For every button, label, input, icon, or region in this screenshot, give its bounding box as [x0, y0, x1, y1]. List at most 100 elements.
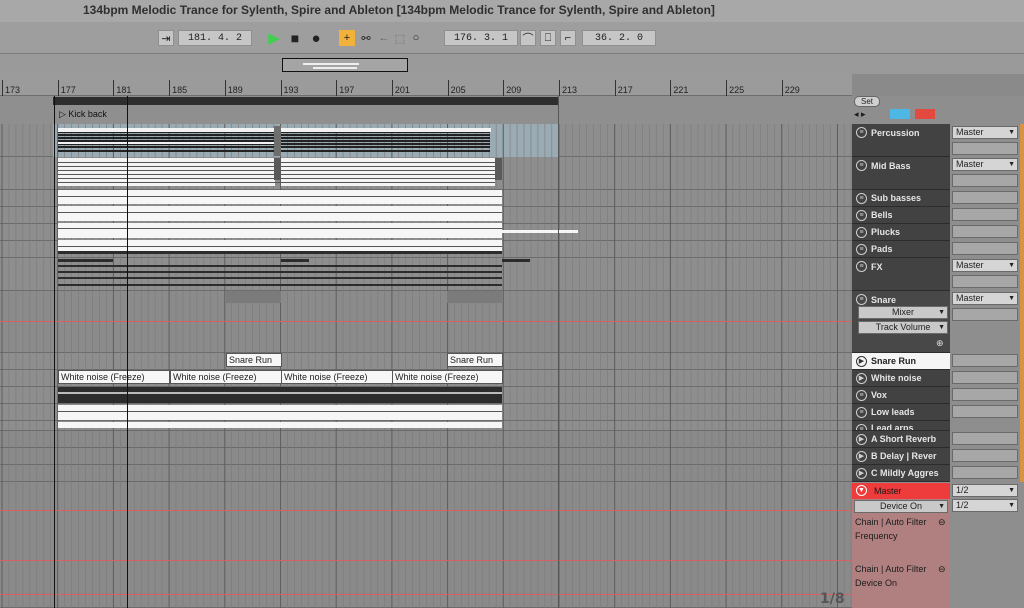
play-icon[interactable]: ▶: [856, 373, 867, 384]
play-icon[interactable]: ▶: [856, 468, 867, 479]
output-routing-return-b[interactable]: [952, 449, 1018, 462]
clip-snare-run-1[interactable]: Snare Run: [226, 353, 282, 367]
clip-snare-run-2[interactable]: Snare Run: [447, 353, 503, 367]
master-device-chooser[interactable]: Device On ▼: [854, 500, 948, 513]
automation-device-chooser[interactable]: Mixer ▼: [858, 306, 948, 319]
output-channel-snare[interactable]: [952, 308, 1018, 321]
automation-parameter-chooser[interactable]: Track Volume ▼: [858, 321, 948, 334]
output-value: Master: [956, 127, 984, 137]
output-channel-percussion[interactable]: [952, 142, 1018, 155]
output-routing-white-noise[interactable]: [952, 371, 1018, 384]
overview-visible-range[interactable]: [282, 58, 408, 72]
ruler-bar-label: 185: [172, 85, 188, 95]
clip-content: [58, 284, 502, 286]
fold-icon[interactable]: ≡: [856, 424, 867, 430]
output-routing-return-c[interactable]: [952, 466, 1018, 479]
clip-white-noise-1[interactable]: White noise (Freeze): [58, 370, 170, 384]
output-routing-low-leads[interactable]: [952, 405, 1018, 418]
track-white-noise[interactable]: ▶ White noise: [852, 370, 950, 387]
output-routing-mid-bass[interactable]: Master ▼: [952, 158, 1018, 171]
track-snare-run[interactable]: ▶ Snare Run: [852, 353, 950, 370]
fold-icon[interactable]: ≡: [856, 390, 867, 401]
loop-switch-icon[interactable]: ⎕: [540, 30, 556, 46]
fold-icon[interactable]: ▼: [856, 485, 867, 496]
clip-white-noise-4[interactable]: White noise (Freeze): [392, 370, 503, 384]
arrangement-overview[interactable]: [0, 54, 1024, 74]
clip-white-noise-3[interactable]: White noise (Freeze): [281, 370, 393, 384]
clip-content: [274, 158, 281, 180]
track-vox[interactable]: ≡ Vox: [852, 387, 950, 404]
play-icon[interactable]: ▶: [266, 30, 282, 47]
track-low-leads[interactable]: ≡ Low leads: [852, 404, 950, 421]
fold-icon[interactable]: ≡: [856, 294, 867, 305]
track-name: Pads: [871, 244, 893, 254]
remove-lane-icon[interactable]: ⊖: [938, 564, 946, 575]
fold-icon[interactable]: ≡: [856, 127, 867, 138]
follow-icon[interactable]: ⇥: [158, 30, 174, 46]
output-routing-fx[interactable]: Master ▼: [952, 259, 1018, 272]
loop-start-field[interactable]: 176. 3. 1: [444, 30, 518, 46]
output-channel-mid-bass[interactable]: [952, 174, 1018, 187]
lock-icon[interactable]: [915, 109, 935, 119]
output-routing-snare-run[interactable]: [952, 354, 1018, 367]
clip-white-noise-2[interactable]: White noise (Freeze): [170, 370, 282, 384]
fold-icon[interactable]: ≡: [856, 261, 867, 272]
loop-brace[interactable]: [53, 97, 559, 105]
track-headers: Set ◂ ▸ ≡ Percussion Master ▼ ≡ Mid Bass …: [852, 96, 1024, 608]
master-ratio-2[interactable]: 1/2 ▼: [952, 499, 1018, 512]
add-lane-icon[interactable]: ⊕: [936, 338, 944, 349]
beat-time-ruler[interactable]: 173 177 181 185 189 193 197 201 205 209 213 217 221 2…: [0, 74, 852, 96]
track-bells[interactable]: ≡ Bells: [852, 207, 950, 224]
output-routing-snare[interactable]: Master ▼: [952, 292, 1018, 305]
output-routing-sub-basses[interactable]: [952, 191, 1018, 204]
output-routing-percussion[interactable]: Master ▼: [952, 126, 1018, 139]
track-pads[interactable]: ≡ Pads: [852, 241, 950, 258]
punch-in-icon[interactable]: ⌒: [520, 30, 536, 46]
output-routing-vox[interactable]: [952, 388, 1018, 401]
output-channel-fx[interactable]: [952, 275, 1018, 288]
locator-kick-back[interactable]: ▷ Kick back: [59, 109, 107, 120]
fold-icon[interactable]: ≡: [856, 160, 867, 171]
master-ratio-1[interactable]: 1/2 ▼: [952, 484, 1018, 497]
loop-length-field[interactable]: 36. 2. 0: [582, 30, 656, 46]
fold-icon[interactable]: ≡: [856, 407, 867, 418]
play-icon[interactable]: ▶: [856, 451, 867, 462]
set-button[interactable]: Set: [854, 96, 880, 107]
track-fx[interactable]: ≡ FX: [852, 258, 950, 291]
punch-out-icon[interactable]: ⌐: [560, 30, 576, 46]
output-routing-return-a[interactable]: [952, 432, 1018, 445]
remove-lane-icon[interactable]: ⊖: [938, 517, 946, 528]
return-track-a[interactable]: ▶ A Short Reverb: [852, 431, 950, 448]
playhead[interactable]: [127, 96, 128, 608]
session-record-icon[interactable]: ○: [408, 30, 424, 46]
back-to-arrangement-icon[interactable]: ←: [376, 30, 392, 46]
arrangement-position-field[interactable]: 181. 4. 2: [178, 30, 252, 46]
record-icon[interactable]: ●: [308, 30, 324, 47]
track-sub-basses[interactable]: ≡ Sub basses: [852, 190, 950, 207]
ruler-tick: [2, 80, 3, 96]
draw-mode-icon[interactable]: +: [339, 30, 355, 46]
fold-icon[interactable]: ≡: [856, 244, 867, 255]
capture-icon[interactable]: ⬚: [392, 30, 408, 46]
track-plucks[interactable]: ≡ Plucks: [852, 224, 950, 241]
track-snare[interactable]: ≡ Snare Mixer ▼ Track Volume ▼ ⊕: [852, 291, 950, 353]
return-track-c[interactable]: ▶ C Mildly Aggres: [852, 465, 950, 482]
fold-icon[interactable]: ≡: [856, 210, 867, 221]
fold-icon[interactable]: ≡: [856, 193, 867, 204]
automation-arm-icon[interactable]: ⚯: [358, 30, 374, 46]
return-track-b[interactable]: ▶ B Delay | Rever: [852, 448, 950, 465]
output-routing-bells[interactable]: [952, 208, 1018, 221]
play-icon[interactable]: ▶: [856, 356, 867, 367]
fold-icon[interactable]: ≡: [856, 227, 867, 238]
stop-icon[interactable]: ■: [287, 30, 303, 46]
play-icon[interactable]: ▶: [856, 434, 867, 445]
master-track-header[interactable]: ▼ Master: [852, 483, 950, 499]
nav-arrows-icon[interactable]: ◂ ▸: [854, 109, 866, 120]
follow-view-icon[interactable]: [890, 109, 910, 119]
track-mid-bass[interactable]: ≡ Mid Bass: [852, 157, 950, 190]
track-percussion[interactable]: ≡ Percussion: [852, 124, 950, 157]
output-routing-pads[interactable]: [952, 242, 1018, 255]
track-lead-arps[interactable]: ≡ Lead arps: [852, 421, 950, 431]
title-bar: 134bpm Melodic Trance for Sylenth, Spire…: [0, 0, 1024, 22]
output-routing-plucks[interactable]: [952, 225, 1018, 238]
